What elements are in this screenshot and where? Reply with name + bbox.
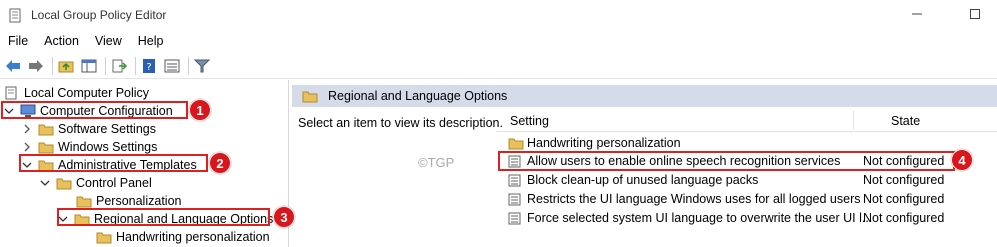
chevron-right-icon[interactable] (22, 142, 32, 152)
tree-item-label: Local Computer Policy (24, 86, 150, 100)
highlight-box (498, 151, 955, 171)
column-header-state[interactable]: State (891, 114, 920, 128)
list-item[interactable]: Restricts the UI language Windows uses f… (496, 190, 997, 209)
chevron-down-icon[interactable] (40, 178, 50, 188)
list-item[interactable]: Force selected system UI language to ove… (496, 209, 997, 228)
export-list-icon[interactable] (110, 57, 128, 75)
policy-setting-icon (508, 174, 521, 190)
column-header-setting[interactable]: Setting (510, 114, 549, 128)
toolbar-separator (52, 56, 53, 75)
menu-bar: File Action View Help (0, 30, 997, 52)
details-header: Regional and Language Options (292, 85, 997, 107)
step-badge-1: 1 (189, 99, 211, 121)
tree-item-label: Windows Settings (58, 140, 158, 154)
setting-state: Not configured (863, 192, 945, 206)
filter-icon[interactable] (193, 57, 211, 75)
highlight-box (19, 154, 208, 172)
minimize-button[interactable] (906, 4, 928, 24)
setting-name: Restricts the UI language Windows uses f… (527, 192, 861, 206)
menu-file[interactable]: File (8, 34, 28, 48)
step-badge-3: 3 (273, 206, 295, 228)
highlight-box (57, 208, 270, 226)
list-header: Setting State (496, 108, 997, 132)
step-badge-2: 2 (209, 152, 231, 174)
policy-editor-app-icon (8, 8, 23, 23)
tree-item-local-computer-policy[interactable]: Local Computer Policy (4, 84, 149, 102)
folder-icon (56, 176, 72, 190)
list-item[interactable]: Block clean-up of unused language packs … (496, 171, 997, 190)
menu-action[interactable]: Action (44, 34, 79, 48)
tree-item-label: Personalization (96, 194, 182, 208)
toolbar-separator (135, 56, 136, 75)
window-title: Local Group Policy Editor (31, 8, 167, 22)
chevron-right-icon[interactable] (22, 124, 32, 134)
setting-name: Force selected system UI language to ove… (527, 211, 873, 225)
settings-list: Setting State Handwriting personalizatio… (496, 108, 997, 247)
folder-icon (302, 90, 318, 103)
help-icon[interactable]: ? (140, 57, 158, 75)
maximize-button[interactable] (964, 4, 986, 24)
back-arrow-icon[interactable] (4, 57, 22, 75)
menu-view[interactable]: View (95, 34, 122, 48)
watermark: ©TGP (418, 155, 455, 170)
up-folder-icon[interactable] (57, 57, 75, 75)
policy-setting-icon (508, 212, 521, 228)
folder-icon (76, 194, 92, 208)
setting-name: Handwriting personalization (527, 136, 681, 150)
folder-icon (96, 230, 112, 244)
setting-state: Not configured (863, 211, 945, 225)
folder-icon (38, 140, 54, 154)
properties-view-icon[interactable] (163, 57, 181, 75)
tree-item-label: Handwriting personalization (116, 230, 270, 244)
description-text: Select an item to view its description. (298, 116, 503, 130)
forward-arrow-icon[interactable] (27, 57, 45, 75)
tree-item-label: Control Panel (76, 176, 152, 190)
setting-name: Block clean-up of unused language packs (527, 173, 759, 187)
toolbar-separator (105, 56, 106, 75)
toolbar: ? (0, 53, 997, 79)
svg-text:?: ? (146, 62, 151, 73)
title-bar: Local Group Policy Editor (0, 0, 997, 30)
tree-item-software-settings[interactable]: Software Settings (22, 120, 156, 138)
menu-help[interactable]: Help (138, 34, 164, 48)
step-badge-4: 4 (951, 149, 973, 171)
show-hide-console-tree-icon[interactable] (80, 57, 98, 75)
tree-item-label: Software Settings (58, 122, 156, 136)
tree-item-handwriting-personalization[interactable]: Handwriting personalization (96, 228, 270, 246)
highlight-box (1, 101, 188, 119)
policy-icon (4, 86, 20, 100)
column-divider[interactable] (853, 111, 854, 129)
toolbar-separator (188, 56, 189, 75)
tree-item-control-panel[interactable]: Control Panel (40, 174, 152, 192)
folder-icon (38, 122, 54, 136)
details-header-title: Regional and Language Options (328, 89, 508, 103)
setting-state: Not configured (863, 173, 945, 187)
policy-setting-icon (508, 193, 521, 209)
